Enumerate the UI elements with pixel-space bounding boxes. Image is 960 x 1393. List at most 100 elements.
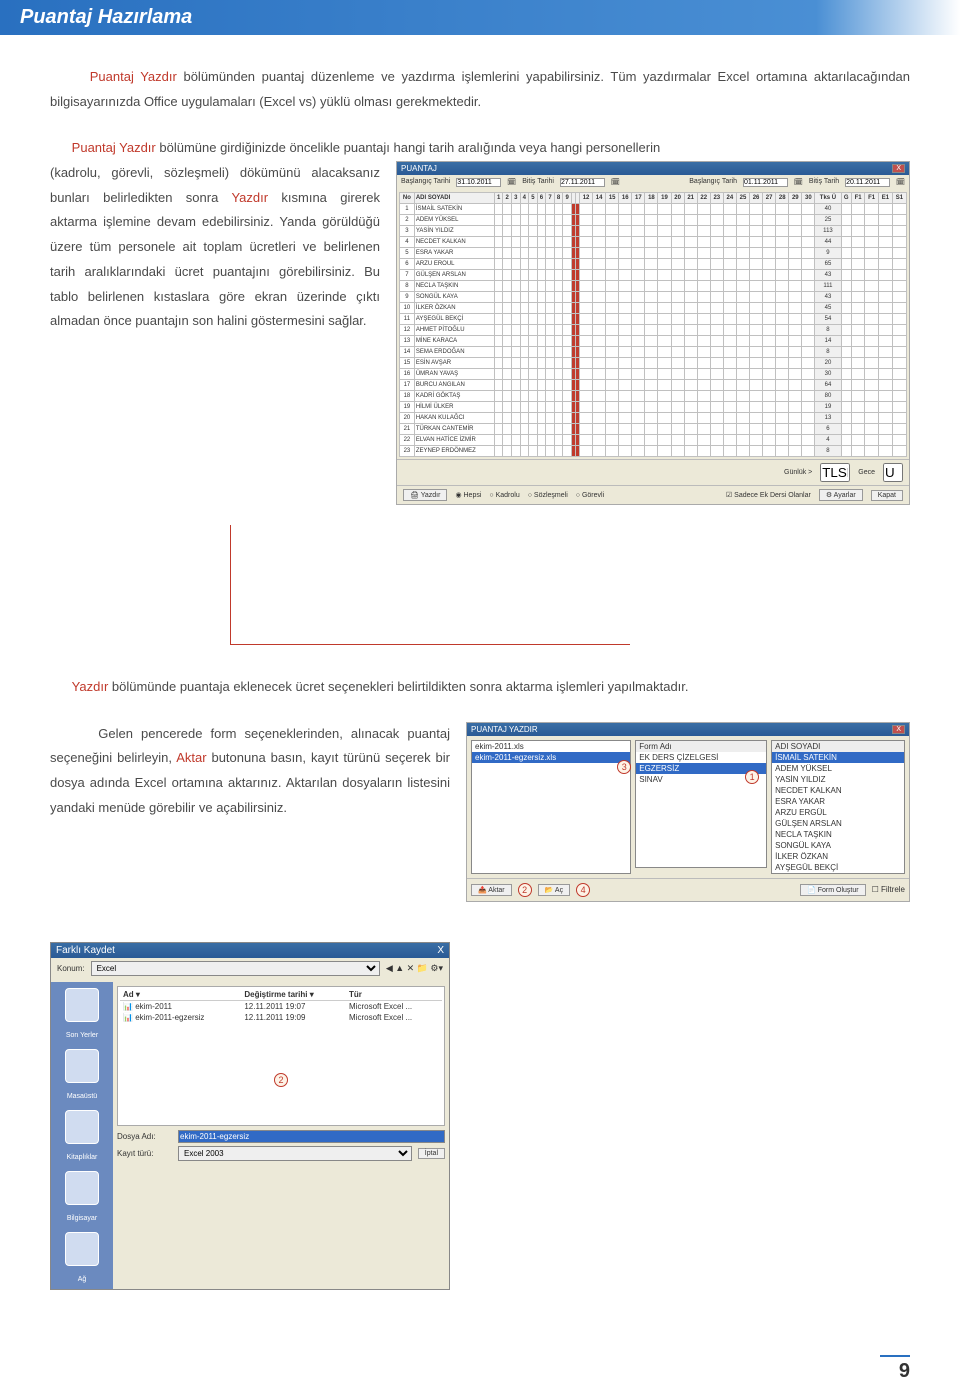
para2-left-text: (kadrolu, görevli, sözleşmeli) dökümünü … <box>50 161 380 334</box>
dosya-label: Dosya Adı: <box>117 1132 172 1141</box>
date-end2[interactable] <box>845 178 890 187</box>
lbl-end1: Bitiş Tarihi <box>522 178 554 187</box>
lbl-start2: Başlangıç Tarih <box>689 178 737 187</box>
lbl-end2: Bitiş Tarih <box>809 178 839 187</box>
place-icon[interactable] <box>65 1110 99 1144</box>
list-item[interactable]: ESRA YAKAR <box>772 796 904 807</box>
iptal-button[interactable]: İptal <box>418 1148 445 1159</box>
close-icon[interactable]: X <box>892 164 905 173</box>
date-start2[interactable] <box>743 178 788 187</box>
ayarlar-button[interactable]: ⚙ Ayarlar <box>819 489 863 501</box>
cal-icon[interactable]: 🗓 <box>611 178 620 187</box>
list-item[interactable]: EK DERS ÇİZELGESİ <box>636 752 766 763</box>
list-item[interactable]: İSMAİL SATEKİN <box>772 752 904 763</box>
para1-highlight: Puantaj Yazdır <box>90 69 177 84</box>
window-title: PUANTAJ <box>401 164 437 173</box>
files-listbox[interactable]: ekim-2011.xls ekim-2011-egzersiz.xls <box>471 740 631 874</box>
konum-label: Konum: <box>57 964 85 973</box>
para2-h2: Yazdır <box>231 190 268 205</box>
place-label: Masaüstü <box>67 1093 97 1100</box>
list-item[interactable]: ekim-2011-egzersiz.xls <box>472 752 630 763</box>
para4-text: Gelen pencerede form seçeneklerinden, al… <box>50 722 450 843</box>
list-item[interactable]: SONGÜL KAYA <box>772 840 904 851</box>
cal-icon[interactable]: 🗓 <box>794 178 803 187</box>
paragraph-1: Puantaj Yazdır bölümünden puantaj düzenl… <box>50 65 910 114</box>
page-title: Puantaj Hazırlama <box>20 6 192 28</box>
names-header: ADI SOYADI <box>772 741 904 752</box>
footer-controls: 🖨 Yazdır ◉ Hepsi ○ Kadrolu ○ Sözleşmeli … <box>397 485 909 504</box>
chk-sadece[interactable]: ☑ Sadece Ek Dersi Olanlar <box>726 491 811 499</box>
kapat-button[interactable]: Kapat <box>871 490 903 501</box>
two-column-section: (kadrolu, görevli, sözleşmeli) dökümünü … <box>50 161 910 505</box>
kayit-select[interactable]: Excel 2003 <box>178 1146 412 1161</box>
list-item[interactable]: ARZU ERGÜL <box>772 807 904 818</box>
list-item[interactable]: AYŞEGÜL BEKÇİ <box>772 862 904 873</box>
cal-icon[interactable]: 🗓 <box>507 178 516 187</box>
list-item[interactable]: İLKER ÖZKAN <box>772 851 904 862</box>
lbl-gunluk: Günlük > <box>784 469 812 476</box>
col-ad[interactable]: Ad ▾ <box>120 989 241 1001</box>
place-icon[interactable] <box>65 1232 99 1266</box>
close-icon[interactable]: X <box>437 945 444 956</box>
callout-4: 4 <box>576 883 590 897</box>
places-bar: Son YerlerMasaüstüKitaplıklarBilgisayarA… <box>51 982 113 1289</box>
table-row[interactable]: 📊 ekim-2011-egzersiz 12.11.2011 19:09 Mi… <box>120 1012 442 1023</box>
ac-button[interactable]: 📂 Aç <box>538 884 570 896</box>
puantaj-grid[interactable]: NoADI SOYADI1234567891214151617181920212… <box>399 192 907 457</box>
para1-rest: bölümünden puantaj düzenleme ve yazdırma… <box>50 69 910 109</box>
callout-3: 3 <box>617 760 631 774</box>
list-item[interactable]: ekim-2011.xls <box>472 741 630 752</box>
radio-hepsi[interactable]: ◉ Hepsi <box>455 491 481 499</box>
list-item[interactable]: GÜLŞEN ARSLAN <box>772 818 904 829</box>
date-start1[interactable] <box>456 178 501 187</box>
paragraph-2-intro: Puantaj Yazdır bölümüne girdiğinizde önc… <box>50 136 910 161</box>
place-label: Kitaplıklar <box>67 1154 98 1161</box>
inp-gece[interactable] <box>883 463 903 482</box>
yazdir-button[interactable]: 🖨 Yazdır <box>403 489 447 501</box>
save-dialog: Farklı Kaydet X Konum: Excel ◀ ▲ ✕ 📁 ⚙▾ … <box>50 942 450 1290</box>
col-tarih[interactable]: Değiştirme tarihi ▾ <box>241 989 346 1001</box>
place-icon[interactable] <box>65 1049 99 1083</box>
page-content: Puantaj Yazdır bölümünden puantaj düzenl… <box>0 35 960 942</box>
names-listbox[interactable]: ADI SOYADI İSMAİL SATEKİNADEM YÜKSELYASİ… <box>771 740 905 874</box>
page-header: Puantaj Hazırlama <box>0 0 960 35</box>
form-button[interactable]: 📄 Form Oluştur <box>800 884 866 896</box>
list-item[interactable]: NECLA TAŞKIN <box>772 829 904 840</box>
puantaj-yazdir-window: PUANTAJ YAZDIR X ekim-2011.xls ekim-2011… <box>466 722 910 902</box>
radio-gorevli[interactable]: ○ Görevli <box>576 492 604 499</box>
kayit-label: Kayıt türü: <box>117 1149 172 1158</box>
para4-aktar: Aktar <box>176 750 206 765</box>
file-list[interactable]: Ad ▾ Değiştirme tarihi ▾ Tür 📊 ekim-2011… <box>117 986 445 1126</box>
toolbar-icons[interactable]: ◀ ▲ ✕ 📁 ⚙▾ <box>386 963 443 974</box>
para3-highlight: Yazdır <box>72 679 109 694</box>
place-label: Ağ <box>78 1276 87 1283</box>
konum-select[interactable]: Excel <box>91 961 380 976</box>
savedlg-title: Farklı Kaydet <box>56 945 115 956</box>
lbl-gece: Gece <box>858 469 875 476</box>
inp-tlsh[interactable] <box>820 463 850 482</box>
list-item[interactable]: YASİN YILDIZ <box>772 774 904 785</box>
close-icon[interactable]: X <box>892 725 905 734</box>
radio-kadrolu[interactable]: ○ Kadrolu <box>489 492 519 499</box>
window-title-2: PUANTAJ YAZDIR <box>471 725 538 734</box>
date-end1[interactable] <box>560 178 605 187</box>
place-icon[interactable] <box>65 1171 99 1205</box>
date-row: Başlangıç Tarihi 🗓 Bitiş Tarihi 🗓 Başlan… <box>397 175 909 190</box>
callout-1: 1 <box>745 770 759 784</box>
list-item[interactable]: ADEM YÜKSEL <box>772 763 904 774</box>
table-row[interactable]: 📊 ekim-2011 12.11.2011 19:07 Microsoft E… <box>120 1000 442 1012</box>
list-item[interactable]: NECDET KALKAN <box>772 785 904 796</box>
place-icon[interactable] <box>65 988 99 1022</box>
callout-arrow <box>230 525 630 645</box>
callout-2: 2 <box>518 883 532 897</box>
chk-filtre[interactable]: ☐ Filtrele <box>872 885 905 894</box>
s2-footer: 📤 Aktar 2 📂 Aç 4 📄 Form Oluştur ☐ Filtre… <box>467 878 909 901</box>
radio-sozlesmeli[interactable]: ○ Sözleşmeli <box>528 492 568 499</box>
dosya-input[interactable] <box>178 1130 445 1143</box>
para2-t3: kısmına girerek aktarma işlemine devam e… <box>50 190 380 328</box>
para2-t1: bölümüne girdiğinizde öncelikle puantajı… <box>156 140 660 155</box>
forms-listbox[interactable]: Form Adı EK DERS ÇİZELGESİ EGZERSİZ SINA… <box>635 740 767 868</box>
col-tur[interactable]: Tür <box>346 989 442 1001</box>
aktar-button[interactable]: 📤 Aktar <box>471 884 512 896</box>
cal-icon[interactable]: 🗓 <box>896 178 905 187</box>
